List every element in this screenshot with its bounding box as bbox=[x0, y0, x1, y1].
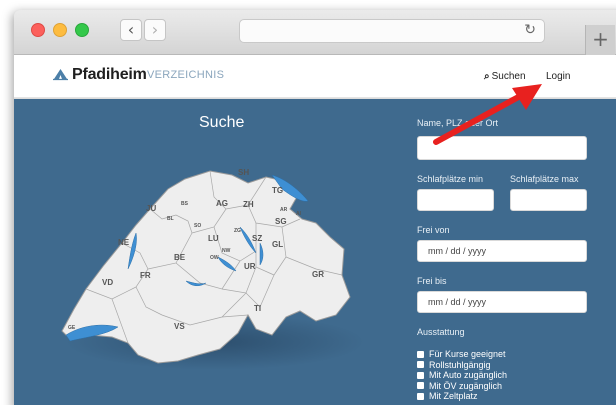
canton-label[interactable]: BS bbox=[181, 201, 189, 207]
beds-min-label: Schlafplätze min bbox=[417, 174, 484, 184]
brand-suffix[interactable]: VERZEICHNIS bbox=[147, 69, 224, 81]
checkbox-wheelchair[interactable]: Rollstuhlgängig bbox=[417, 360, 507, 371]
canton-label[interactable]: TI bbox=[254, 304, 261, 313]
minimize-window-button[interactable] bbox=[53, 23, 67, 37]
checkbox-label: Rollstuhlgängig bbox=[429, 359, 491, 370]
checkbox-courses[interactable]: Für Kurse geeignet bbox=[417, 349, 507, 360]
checkbox-label: Mit ÖV zugänglich bbox=[429, 380, 503, 391]
annotation-arrow-icon bbox=[433, 84, 542, 145]
canton-label[interactable]: ZG bbox=[234, 228, 241, 234]
canton-label[interactable]: AR bbox=[280, 207, 288, 213]
canton-label[interactable]: BL bbox=[167, 216, 174, 222]
equipment-checkbox-list: Für Kurse geeignet Rollstuhlgängig Mit A… bbox=[417, 349, 507, 402]
beds-min-input[interactable] bbox=[417, 189, 494, 211]
canton-label[interactable]: FR bbox=[140, 271, 151, 280]
canton-label[interactable]: GL bbox=[272, 240, 283, 249]
forward-button[interactable]: › bbox=[144, 19, 166, 41]
switzerland-map[interactable]: SH TG JU BS BL AG ZH AR AI SG SO LU ZG S… bbox=[50, 157, 370, 377]
equipment-label: Ausstattung bbox=[417, 327, 465, 337]
tent-icon bbox=[53, 69, 68, 81]
checkbox[interactable] bbox=[417, 392, 424, 400]
canton-label[interactable]: OW bbox=[210, 255, 219, 261]
free-from-label: Frei von bbox=[417, 225, 450, 235]
canton-label[interactable]: JU bbox=[146, 204, 156, 213]
canton-label[interactable]: UR bbox=[244, 262, 256, 271]
chevron-right-icon: › bbox=[151, 20, 159, 39]
canton-label[interactable]: NE bbox=[118, 238, 130, 247]
canton-label[interactable]: ZH bbox=[243, 200, 254, 209]
back-button[interactable]: ‹ bbox=[120, 19, 142, 41]
canton-label[interactable]: SO bbox=[194, 223, 201, 229]
canton-label[interactable]: SZ bbox=[252, 234, 262, 243]
beds-max-label: Schlafplätze max bbox=[510, 174, 579, 184]
free-until-label: Frei bis bbox=[417, 276, 447, 286]
checkbox[interactable] bbox=[417, 361, 424, 369]
browser-window: ‹ › ↻ + Pfadiheim VERZEICHNIS ⌕ Suchen Lo… bbox=[14, 10, 616, 405]
canton-label[interactable]: LU bbox=[208, 234, 219, 243]
canton-label[interactable]: TG bbox=[272, 186, 283, 195]
canton-label[interactable]: BE bbox=[174, 253, 186, 262]
canton-label[interactable]: SH bbox=[238, 168, 249, 177]
chevron-left-icon: ‹ bbox=[127, 20, 135, 39]
canton-label[interactable]: GE bbox=[68, 325, 76, 331]
beds-max-input[interactable] bbox=[510, 189, 587, 211]
checkbox-label: Mit Zeltplatz bbox=[429, 391, 478, 402]
checkbox-label: Für Kurse geeignet bbox=[429, 349, 506, 360]
free-until-date-input[interactable]: mm / dd / yyyy bbox=[417, 291, 587, 313]
brand-name[interactable]: Pfadiheim bbox=[72, 66, 147, 84]
canton-label[interactable]: GR bbox=[312, 270, 324, 279]
browser-titlebar: ‹ › ↻ + bbox=[14, 10, 616, 55]
free-from-date-input[interactable]: mm / dd / yyyy bbox=[417, 240, 587, 262]
checkbox-public-transport[interactable]: Mit ÖV zugänglich bbox=[417, 381, 507, 392]
close-window-button[interactable] bbox=[31, 23, 45, 37]
canton-label[interactable]: NW bbox=[222, 248, 231, 254]
address-bar[interactable]: ↻ bbox=[239, 19, 545, 43]
checkbox-campsite[interactable]: Mit Zeltplatz bbox=[417, 391, 507, 402]
checkbox[interactable] bbox=[417, 350, 424, 358]
reload-icon[interactable]: ↻ bbox=[524, 22, 536, 38]
checkbox-label: Mit Auto zugänglich bbox=[429, 370, 508, 381]
canton-label[interactable]: AG bbox=[216, 199, 228, 208]
new-tab-button[interactable]: + bbox=[585, 25, 615, 55]
page-title: Suche bbox=[199, 114, 245, 131]
canton-label[interactable]: VS bbox=[174, 322, 185, 331]
canton-label[interactable]: SG bbox=[275, 217, 287, 226]
checkbox[interactable] bbox=[417, 382, 424, 390]
maximize-window-button[interactable] bbox=[75, 23, 89, 37]
checkbox[interactable] bbox=[417, 371, 424, 379]
canton-label[interactable]: AI bbox=[296, 211, 302, 217]
checkbox-car-access[interactable]: Mit Auto zugänglich bbox=[417, 370, 507, 381]
canton-label[interactable]: VD bbox=[102, 278, 113, 287]
